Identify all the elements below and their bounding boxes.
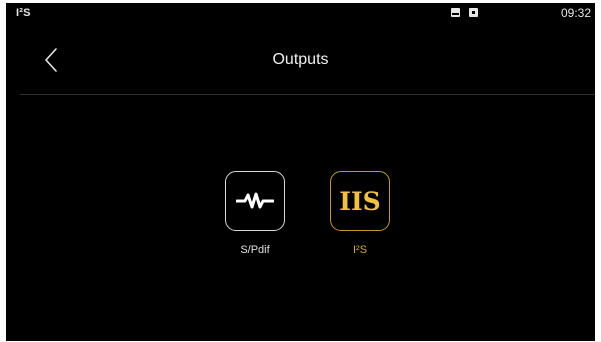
status-icons [451, 8, 478, 17]
header: Outputs [6, 23, 595, 95]
header-divider [20, 94, 595, 95]
iis-icon: IIS [339, 186, 381, 216]
status-time: 09:32 [560, 6, 591, 20]
spdif-label: S/Pdif [240, 244, 270, 256]
i2s-label: I²S [352, 244, 368, 256]
box-icon [469, 8, 478, 17]
spdif-tile[interactable] [225, 171, 285, 231]
status-bar: I²S 09:32 [6, 3, 595, 23]
device-screen: I²S 09:32 Outputs S/Pdif IIS I²S [6, 3, 595, 341]
output-option-spdif[interactable]: S/Pdif [217, 171, 293, 256]
waveform-icon [236, 192, 274, 209]
output-option-i2s[interactable]: IIS I²S [322, 171, 398, 256]
status-app-label: I²S [16, 7, 31, 19]
i2s-tile[interactable]: IIS [330, 171, 390, 231]
image-icon [451, 8, 460, 17]
page-title: Outputs [272, 51, 329, 68]
